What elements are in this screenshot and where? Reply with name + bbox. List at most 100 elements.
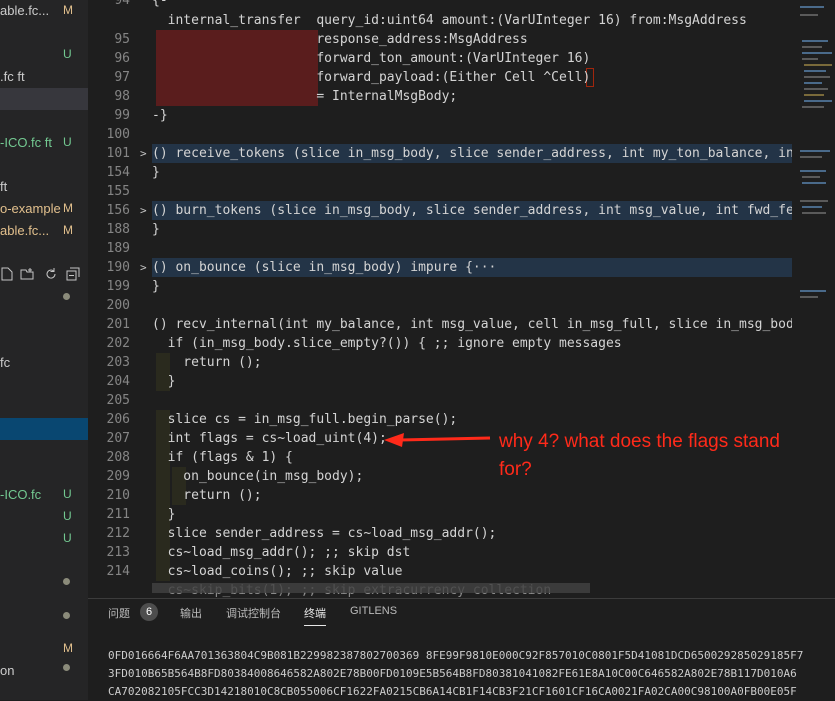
refresh-icon[interactable] (44, 267, 58, 281)
code-line: response_address:MsgAddress (152, 32, 528, 47)
tab-problems[interactable]: 问题 (108, 605, 130, 621)
code-line-folded: () on_bounce (slice in_msg_body) impure … (152, 258, 792, 277)
line-number: 98 (114, 89, 130, 104)
problems-count-badge: 6 (140, 603, 158, 621)
collapse-all-icon[interactable] (66, 267, 80, 281)
horizontal-scrollbar[interactable] (152, 583, 590, 593)
tab-output[interactable]: 输出 (180, 605, 202, 621)
tab-terminal[interactable]: 终端 (304, 605, 326, 626)
file-name: o-example (0, 201, 61, 216)
line-number: 206 (106, 412, 130, 427)
line-number: 212 (106, 526, 130, 541)
code-editor[interactable]: {- internal_transfer query_id:uint64 amo… (152, 0, 792, 598)
line-number: 199 (106, 279, 130, 294)
line-number: 100 (106, 127, 130, 142)
annotation-arrow-icon (384, 433, 491, 447)
line-number: 210 (106, 488, 130, 503)
code-line: } (152, 222, 160, 237)
line-number: 205 (106, 393, 130, 408)
git-status-badge: U (63, 487, 72, 501)
code-line: cs~load_coins(); ;; skip value (152, 564, 403, 579)
code-line: = InternalMsgBody; (152, 89, 458, 104)
tab-debug-console[interactable]: 调试控制台 (226, 605, 281, 621)
fold-chevron-icon[interactable]: > (140, 144, 147, 163)
fold-chevron-icon[interactable]: > (140, 201, 147, 220)
line-number: 209 (106, 469, 130, 484)
modified-dot-icon (63, 293, 70, 300)
code-line: () recv_internal(int my_balance, int msg… (152, 317, 792, 332)
file-item[interactable]: -ICO.fc U (0, 484, 88, 506)
new-file-icon[interactable] (0, 267, 14, 281)
modified-dot-icon (63, 612, 70, 619)
git-status-badge: U (63, 47, 72, 61)
line-number: 208 (106, 450, 130, 465)
file-item[interactable]: fc (0, 352, 88, 374)
line-number: 211 (106, 507, 130, 522)
file-item[interactable]: o-example M (0, 198, 88, 220)
annotation-note: why 4? what does the flags stand for? (499, 431, 780, 480)
terminal-output-line: CA702082105FCC3D14218010C8CB055006CF1622… (108, 685, 797, 698)
code-line: internal_transfer query_id:uint64 amount… (152, 13, 747, 28)
code-line: slice sender_address = cs~load_msg_addr(… (152, 526, 497, 541)
modified-dot-icon (63, 578, 70, 585)
file-item[interactable]: ft (0, 176, 88, 198)
code-line: } (152, 374, 176, 389)
code-line: cs~load_msg_addr(); ;; skip dst (152, 545, 411, 560)
file-name: .fc ft (0, 69, 25, 84)
terminal-output-line: 3FD010B65B564B8FD80384008646582A802E78B0… (108, 667, 797, 680)
code-line: } (152, 279, 160, 294)
line-number: 201 (106, 317, 130, 332)
file-item[interactable]: able.fc... M (0, 0, 88, 22)
fold-chevron-icon[interactable]: > (140, 258, 147, 277)
line-number: 95 (114, 32, 130, 47)
file-item[interactable]: on (0, 660, 88, 682)
file-item-active[interactable] (0, 418, 88, 440)
git-status-badge: U (63, 135, 72, 149)
line-number: 202 (106, 336, 130, 351)
line-number: 200 (106, 298, 130, 313)
line-number-gutter: 94 95 96 97 98 99 100 101 > 154 155 156 … (88, 0, 152, 598)
line-number: 189 (106, 241, 130, 256)
tab-gitlens[interactable]: GITLENS (350, 605, 397, 617)
file-name: ft (0, 179, 8, 194)
line-number: 188 (106, 222, 130, 237)
line-number: 213 (106, 545, 130, 560)
new-folder-icon[interactable] (20, 267, 34, 281)
line-number: 203 (106, 355, 130, 370)
git-status-badge: U (63, 531, 72, 545)
minimap[interactable] (792, 0, 835, 598)
explorer-toolbar (0, 264, 88, 286)
file-name: fc (0, 355, 11, 370)
line-number: 156 (106, 203, 130, 218)
line-number: 101 (106, 146, 130, 161)
file-item[interactable]: U (0, 44, 88, 66)
file-name: -ICO.fc ft (0, 135, 52, 150)
line-number: 94 (114, 0, 130, 8)
code-line: if (in_msg_body.slice_empty?()) { ;; ign… (152, 336, 622, 351)
terminal-output-line: 0FD016664F6AA701363804C9B081B22998238780… (108, 649, 804, 662)
file-item[interactable]: M (0, 638, 88, 660)
file-item[interactable]: U (0, 506, 88, 528)
file-item[interactable]: U (0, 528, 88, 550)
line-number: 97 (114, 70, 130, 85)
file-item[interactable]: .fc ft (0, 66, 88, 88)
line-number: 96 (114, 51, 130, 66)
file-name: able.fc... (0, 3, 50, 18)
file-item[interactable]: -ICO.fc ft U (0, 132, 88, 154)
bottom-panel: 问题 6 输出 调试控制台 终端 GITLENS 0FD016664F6AA70… (88, 598, 835, 701)
line-number: 207 (106, 431, 130, 446)
code-line-folded: () receive_tokens (slice in_msg_body, sl… (152, 144, 792, 163)
code-line: return (); (152, 488, 262, 503)
code-line: slice cs = in_msg_full.begin_parse(); (152, 412, 458, 427)
line-number: 214 (106, 564, 130, 579)
code-line-folded: () burn_tokens (slice in_msg_body, slice… (152, 201, 792, 220)
git-status-badge: M (63, 223, 73, 237)
code-line: return (); (152, 355, 262, 370)
file-item-selected[interactable] (0, 88, 88, 110)
code-line: -} (152, 108, 168, 123)
minimap-preview (800, 6, 832, 298)
file-item[interactable]: able.fc... M (0, 220, 88, 242)
